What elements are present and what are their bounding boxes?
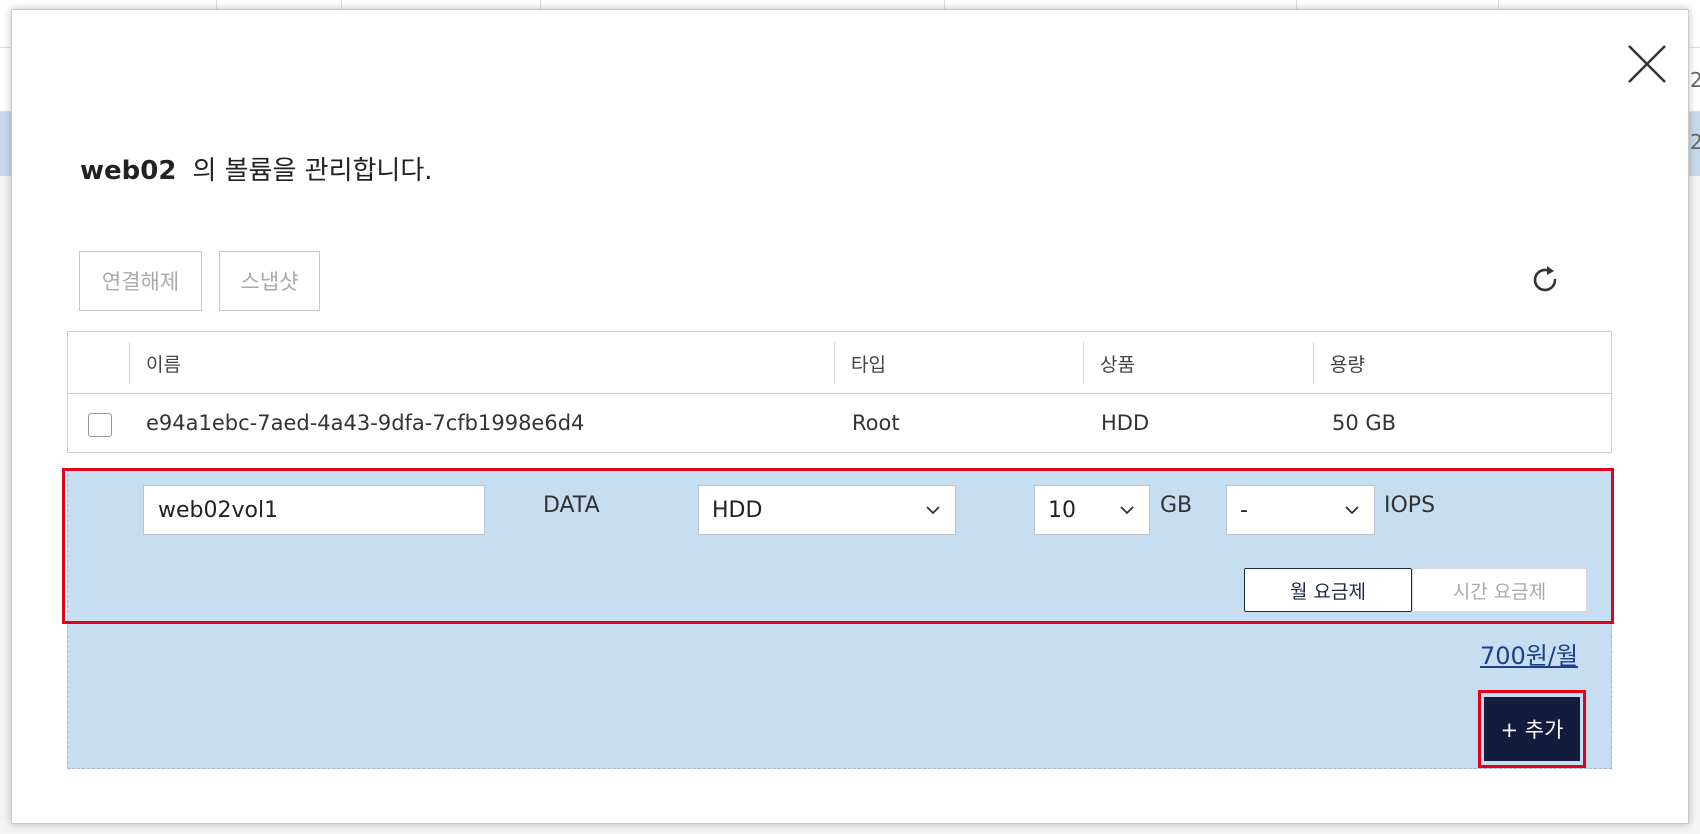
table-header: 이름 타입 상품 용량	[68, 332, 1611, 394]
column-header-product: 상품	[1100, 353, 1135, 376]
price-link[interactable]: 700원/월	[1480, 636, 1578, 671]
close-button[interactable]	[1623, 40, 1671, 88]
volume-product-cell: HDD	[1101, 411, 1150, 435]
background-cell-text: 2	[1690, 130, 1700, 154]
refresh-button[interactable]	[1528, 263, 1562, 297]
volume-name-cell: e94a1ebc-7aed-4a43-9dfa-7cfb1998e6d4	[146, 411, 585, 435]
modal-title: web02 의 볼륨을 관리합니다.	[80, 150, 433, 187]
table-row: e94a1ebc-7aed-4a43-9dfa-7cfb1998e6d4 Roo…	[68, 394, 1611, 452]
detach-button[interactable]: 연결해제	[79, 251, 202, 311]
close-icon	[1628, 45, 1666, 83]
snapshot-button[interactable]: 스냅샷	[219, 251, 320, 311]
server-name: web02	[80, 156, 177, 186]
background-cell-text: 2	[1690, 68, 1700, 92]
volume-table: 이름 타입 상품 용량 e94a1ebc-7aed-4a43-9dfa-7cfb…	[67, 331, 1612, 453]
row-checkbox[interactable]	[88, 413, 112, 437]
modal-title-text: 의 볼륨을 관리합니다.	[192, 156, 433, 186]
volume-capacity-cell: 50 GB	[1332, 411, 1397, 435]
add-volume-button[interactable]: + 추가	[1484, 697, 1580, 761]
highlight-box	[62, 468, 1614, 624]
column-header-type: 타입	[851, 353, 886, 376]
column-header-name: 이름	[146, 353, 181, 376]
column-header-capacity: 용량	[1330, 353, 1365, 376]
volume-type-cell: Root	[852, 411, 900, 435]
refresh-icon	[1533, 266, 1557, 292]
